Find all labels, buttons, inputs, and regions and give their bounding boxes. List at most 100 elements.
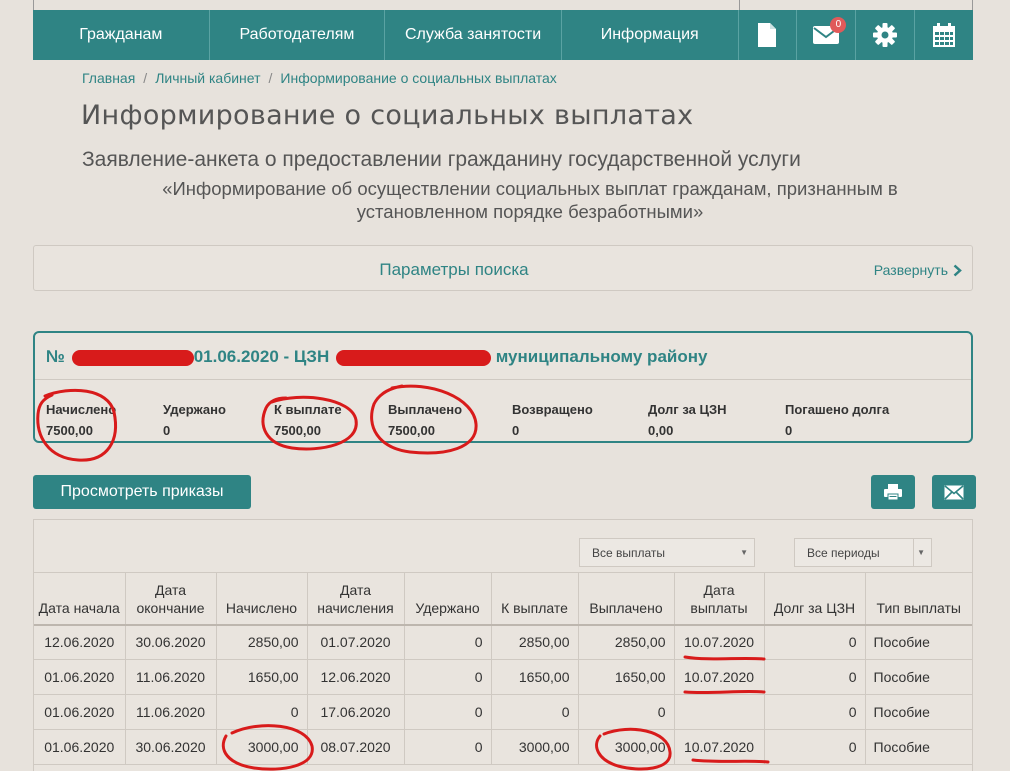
table-cell: 1650,00 (491, 659, 579, 695)
table-cell: 17.06.2020 (307, 694, 405, 730)
col-header[interactable]: Дата начала (34, 572, 126, 626)
stat-returned: Возвращено 0 (512, 402, 593, 438)
card-number-prefix: № (46, 347, 65, 366)
col-header[interactable]: Удержано (404, 572, 492, 626)
stat-label: Погашено долга (785, 402, 890, 417)
table-cell: Пособие (865, 694, 972, 730)
col-header[interactable]: Дата окончание (125, 572, 217, 626)
stat-label: К выплате (274, 402, 342, 417)
table-cell: 11.06.2020 (125, 694, 217, 730)
payments-filter-value: Все выплаты (592, 546, 666, 560)
table-cell: 10.07.2020 (674, 659, 765, 695)
col-header[interactable]: Дата выплаты (674, 572, 765, 626)
payments-filter-select[interactable]: Все выплаты ▼ (579, 538, 755, 567)
stat-label: Начислено (46, 402, 117, 417)
main-nav: Гражданам Работодателям Служба занятости… (33, 10, 973, 60)
table-row: 01.06.2020 11.06.2020 0 17.06.2020 0 0 0… (34, 694, 972, 730)
stat-debt-repaid: Погашено долга 0 (785, 402, 889, 438)
nav-employment-service[interactable]: Служба занятости (385, 10, 562, 60)
search-params-title: Параметры поиска (379, 260, 529, 279)
table-cell: 1650,00 (578, 659, 675, 695)
stat-debt: Долг за ЦЗН 0,00 (648, 402, 726, 438)
service-name: «Информирование об осуществлении социаль… (162, 178, 898, 222)
email-button[interactable] (932, 475, 976, 509)
payments-panel: Все выплаты ▼ Все периоды ▼ Дата начала … (33, 519, 973, 771)
redaction-mark (71, 349, 194, 366)
expand-label: Развернуть (873, 262, 948, 278)
top-border (33, 0, 740, 10)
table-cell: 0 (491, 694, 579, 730)
mail-badge: 0 (830, 17, 847, 33)
col-header[interactable]: Тип выплаты (865, 572, 972, 626)
table-cell: 0 (764, 694, 866, 730)
table-cell: 01.07.2020 (307, 624, 405, 660)
col-header[interactable]: К выплате (491, 572, 579, 626)
table-cell: Пособие (865, 729, 972, 765)
expand-link[interactable]: Развернуть (874, 262, 962, 278)
stat-label: Удержано (163, 402, 226, 417)
table-cell: 0 (404, 624, 492, 660)
table-cell: 1650,00 (216, 659, 308, 695)
table-cell: 10.07.2020 (674, 624, 765, 660)
table-cell: 3000,00 (216, 729, 308, 765)
search-params-panel[interactable]: Параметры поиска Развернуть (33, 245, 973, 291)
table-cell: 0 (216, 694, 308, 730)
stat-value: 0 (785, 423, 793, 438)
table-row: 01.06.2020 11.06.2020 1650,00 12.06.2020… (34, 659, 972, 695)
table-cell: 10.07.2020 (674, 729, 765, 765)
breadcrumb: Главная / Личный кабинет / Информирование о … (82, 70, 557, 86)
nav-information[interactable]: Информация (562, 10, 738, 60)
breadcrumb-cabinet[interactable]: Личный кабинет (155, 70, 260, 86)
table-cell: 0 (578, 694, 675, 730)
table-cell: 3000,00 (491, 729, 579, 765)
table-header-row: Дата начала Дата окончание Начислено Дат… (34, 572, 972, 626)
gear-icon[interactable] (855, 10, 914, 60)
table-cell: 11.06.2020 (125, 659, 217, 695)
stat-value: 0 (163, 423, 171, 438)
document-icon[interactable] (737, 10, 797, 60)
nav-citizens[interactable]: Гражданам (33, 10, 210, 60)
stat-label: Долг за ЦЗН (648, 402, 727, 417)
table-cell: 30.06.2020 (125, 624, 217, 660)
table-cell: 01.06.2020 (34, 659, 126, 695)
breadcrumb-separator: / (143, 70, 148, 86)
stat-withheld: Удержано 0 (163, 402, 226, 438)
table-cell: 30.06.2020 (125, 729, 217, 765)
table-cell: 0 (404, 729, 492, 765)
table-cell: 08.07.2020 (307, 729, 405, 765)
col-header[interactable]: Долг за ЦЗН (764, 572, 866, 626)
col-header[interactable]: Начислено (216, 572, 308, 626)
top-border-right (739, 0, 973, 10)
page-title: Информирование о социальных выплатах (81, 100, 694, 131)
breadcrumb-home[interactable]: Главная (82, 70, 135, 86)
calendar-icon[interactable] (914, 10, 973, 60)
table-cell: 0 (764, 624, 866, 660)
periods-filter-select[interactable]: Все периоды ▼ (794, 538, 932, 567)
table-cell: 01.06.2020 (34, 729, 126, 765)
table-cell: 2850,00 (491, 624, 579, 660)
col-header[interactable]: Дата начисления (307, 572, 405, 626)
page-subtitle: Заявление-анкета о предоставлении гражда… (82, 148, 801, 171)
periods-filter-value: Все периоды (807, 546, 880, 560)
table-cell: 12.06.2020 (34, 624, 126, 660)
table-cell: 12.06.2020 (307, 659, 405, 695)
table-cell (674, 694, 765, 730)
view-orders-button[interactable]: Просмотреть приказы (33, 475, 251, 509)
caret-down-icon: ▼ (740, 548, 748, 557)
envelope-icon (944, 484, 964, 500)
breadcrumb-current[interactable]: Информирование о социальных выплатах (280, 70, 556, 86)
stat-value: 7500,00 (274, 423, 321, 438)
stat-value: 7500,00 (388, 423, 435, 438)
application-card-title[interactable]: № 01.06.2020 - ЦЗН муниципальному району (35, 333, 971, 380)
mail-icon[interactable]: 0 (796, 10, 855, 60)
table-cell: 2850,00 (578, 624, 675, 660)
col-header[interactable]: Выплачено (578, 572, 675, 626)
payments-table: Дата начала Дата окончание Начислено Дат… (34, 572, 972, 765)
card-suffix: муниципальному району (495, 347, 708, 366)
print-button[interactable] (871, 475, 915, 509)
table-cell: 0 (404, 659, 492, 695)
table-row: 12.06.2020 30.06.2020 2850,00 01.07.2020… (34, 624, 972, 660)
nav-employers[interactable]: Работодателям (210, 10, 386, 60)
table-cell: 0 (764, 659, 866, 695)
table-cell: 2850,00 (216, 624, 308, 660)
